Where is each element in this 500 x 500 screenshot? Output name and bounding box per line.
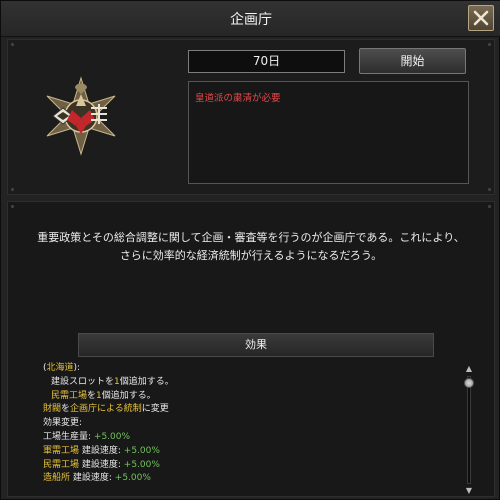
effect-text: 民需工場	[51, 390, 88, 401]
effect-text: 建設速度:	[70, 473, 115, 484]
effect-text: +5.00%	[123, 459, 160, 470]
effect-line: 建設スロットを1個追加する。	[43, 376, 443, 390]
window-title: 企画庁	[230, 12, 272, 28]
effect-text: 個追加する。	[101, 390, 156, 401]
effect-text: 個追加する。	[119, 376, 174, 387]
effect-text: 工場生産量:	[43, 431, 94, 442]
effect-line: 軍需工場 建設速度: +5.00%	[43, 445, 443, 459]
close-button[interactable]	[468, 5, 494, 31]
requirements-box: 皇道派の粛清が必要	[188, 81, 469, 184]
effect-text: 企画庁による統制	[70, 404, 142, 415]
effect-text: を	[61, 404, 71, 415]
window-titlebar[interactable]: 企画庁	[1, 1, 500, 37]
effect-text: +5.00%	[123, 445, 160, 456]
close-icon	[473, 10, 489, 26]
effects-header: 効果	[78, 333, 434, 357]
scroll-thumb[interactable]	[464, 378, 474, 388]
effect-text: 効果変更:	[43, 418, 83, 429]
effect-text: 建設スロットを	[51, 376, 115, 387]
effect-text: 建設速度:	[79, 459, 124, 470]
requirement-text: 皇道派の粛清が必要	[195, 93, 281, 104]
effect-text: を	[87, 390, 97, 401]
effect-line: 効果変更:	[43, 417, 443, 431]
effect-line: 民需工場を1個追加する。	[43, 390, 443, 404]
focus-window: 企画庁 70日 開始 皇道派の粛清が必要 重要政策とその総合調整に関して企画・審…	[0, 0, 500, 500]
description-line: 重要政策とその総合調整に関して企画・審査等を行うのが企画庁である。これにより、	[37, 231, 465, 244]
effects-list[interactable]: (北海道): 建設スロットを1個追加する。 民需工場を1個追加する。 財閥を企画庁によ…	[43, 362, 443, 496]
effect-text: 財閥	[43, 404, 62, 415]
effect-text: 建設速度:	[79, 445, 124, 456]
effect-text: に変更	[141, 404, 169, 415]
scroll-up-arrow-icon[interactable]: ▲	[463, 364, 475, 374]
effect-text: 民需工場	[43, 459, 80, 470]
effect-text: +5.00%	[93, 431, 131, 442]
effect-text: 造船所	[43, 473, 71, 484]
effect-text: ):	[73, 363, 81, 373]
effect-text: 軍需工場	[43, 445, 80, 456]
focus-description: 重要政策とその総合調整に関して企画・審査等を行うのが企画庁である。これにより、 …	[19, 229, 483, 265]
effect-line: 民需工場 建設速度: +5.00%	[43, 459, 443, 473]
effect-text: +5.00%	[114, 473, 151, 484]
scroll-track[interactable]	[467, 376, 471, 484]
effects-scrollbar[interactable]: ▲ ▼	[463, 364, 475, 496]
scroll-down-arrow-icon[interactable]: ▼	[463, 486, 475, 496]
focus-duration-field: 70日	[188, 50, 345, 73]
effect-line: 財閥を企画庁による統制に変更	[43, 403, 443, 417]
effect-line: 工場生産量: +5.00%	[43, 431, 443, 445]
focus-emblem-icon	[46, 76, 116, 156]
description-line: さらに効率的な経済統制が行えるようになるだろう。	[119, 249, 383, 262]
effect-line: (北海道):	[43, 362, 443, 376]
effect-text: 北海道	[46, 363, 74, 373]
effect-line: 造船所 建設速度: +5.00%	[43, 472, 443, 486]
start-focus-button[interactable]: 開始	[359, 48, 466, 74]
